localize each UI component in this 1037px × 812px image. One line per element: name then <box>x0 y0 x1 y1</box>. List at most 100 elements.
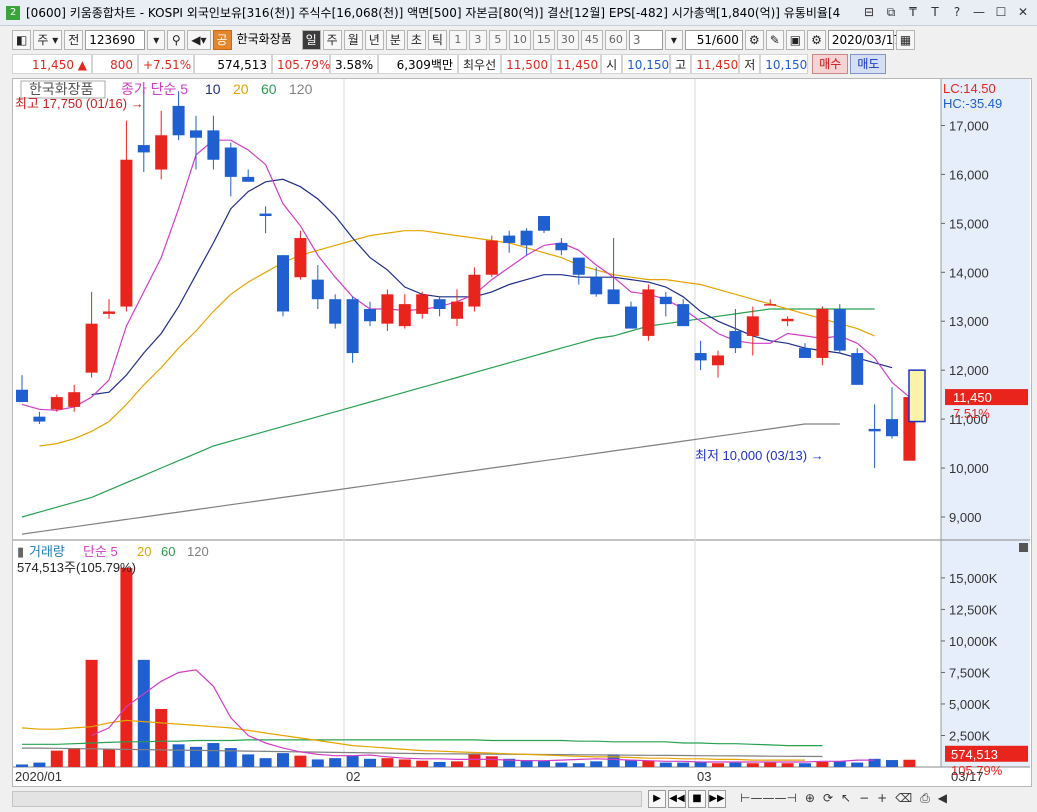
candle-body <box>694 353 707 361</box>
ma120-line <box>21 423 840 535</box>
candle-body <box>33 416 46 422</box>
dock-icon[interactable]: ⊟ <box>861 4 877 20</box>
interval-45[interactable]: 45 <box>580 30 603 50</box>
minimize-icon[interactable]: — <box>971 4 987 20</box>
volume-bar <box>155 709 168 767</box>
interval-15[interactable]: 15 <box>532 30 555 50</box>
volume-bar <box>103 749 115 767</box>
play-icon[interactable]: ▶ <box>648 790 666 808</box>
period-minute[interactable]: 분 <box>385 30 405 50</box>
search-icon[interactable]: ⚲ <box>167 30 186 50</box>
window-title: [0600] 키움종합차트 - KOSPI 외국인보유[316(천)] 주식수[… <box>26 6 841 20</box>
volume-bar <box>677 762 690 767</box>
volume-bar <box>381 758 394 767</box>
draw-icon[interactable]: ✎ <box>765 30 784 50</box>
date-field[interactable]: 2020/03/17 <box>827 30 901 50</box>
period-week[interactable]: 주 <box>322 30 342 50</box>
stop-icon[interactable]: ■ <box>688 790 706 808</box>
interval-60[interactable]: 60 <box>604 30 627 50</box>
best-label: 최우선 <box>458 54 502 74</box>
best-ask: 11,500 <box>501 54 552 74</box>
high-label: 고 <box>670 54 692 74</box>
interval-select[interactable]: 3 <box>628 30 663 50</box>
period-tick[interactable]: 틱 <box>427 30 447 50</box>
volume-tick-label: 15,000K <box>949 571 998 586</box>
tile-icon[interactable]: ⧉ <box>883 4 899 20</box>
candle-body <box>625 306 637 329</box>
volume-bar <box>68 748 81 767</box>
settings-icon[interactable]: ⚙ <box>807 30 826 50</box>
period-year[interactable]: 년 <box>364 30 384 50</box>
period-day[interactable]: 일 <box>301 30 321 50</box>
volume: 574,513 <box>194 54 272 74</box>
interval-3[interactable]: 3 <box>468 30 487 50</box>
volume-legend-marker: ▮ <box>17 544 24 559</box>
zoom-out-icon[interactable]: − <box>859 791 869 806</box>
refresh-icon[interactable]: ⟳ <box>823 791 833 806</box>
trade-amount: 6,309백만 <box>378 54 458 74</box>
volume-bar <box>572 763 585 767</box>
period-second[interactable]: 초 <box>406 30 426 50</box>
indicator-icon[interactable]: ⚙ <box>744 30 764 50</box>
candle-body <box>311 279 324 300</box>
zoom-in-icon[interactable]: + <box>877 791 887 806</box>
candle-body <box>190 130 202 138</box>
buy-button[interactable]: 매수 <box>812 54 849 74</box>
sell-button[interactable]: 매도 <box>850 54 887 74</box>
stock-tag: 한국화장품 <box>29 81 94 97</box>
candle-body <box>85 323 98 373</box>
font-icon[interactable]: T <box>927 4 943 20</box>
legend-ma60: 60 <box>261 81 277 97</box>
stock-code-input[interactable]: 123690 <box>85 30 146 50</box>
magnify-icon[interactable]: ⊕ <box>805 791 815 806</box>
volume-bar <box>468 754 481 767</box>
candle-body <box>120 159 133 307</box>
pin-icon[interactable]: ₸ <box>905 4 921 20</box>
interval-5[interactable]: 5 <box>488 30 507 50</box>
candle-body <box>868 428 881 432</box>
print-icon[interactable]: ⎙ <box>920 791 930 806</box>
help-icon[interactable]: ? <box>949 4 965 20</box>
eraser-icon[interactable]: ⌫ <box>895 791 912 806</box>
type-select[interactable]: 주 ▾ <box>33 30 63 50</box>
volume-tick-label: 12,500K <box>949 602 998 617</box>
forward-icon[interactable]: ▶▶ <box>708 790 726 808</box>
interval-10[interactable]: 10 <box>508 30 531 50</box>
calendar-icon[interactable]: ▦ <box>895 30 916 50</box>
sound-icon[interactable]: ◀▾ <box>187 30 211 50</box>
ma60-line <box>21 308 875 518</box>
volume-bar <box>607 754 620 767</box>
maximize-icon[interactable]: ☐ <box>993 4 1009 20</box>
volume-bar <box>816 761 829 767</box>
code-dropdown-icon[interactable]: ▾ <box>147 30 166 50</box>
interval-30[interactable]: 30 <box>556 30 579 50</box>
volume-bar <box>277 753 289 767</box>
chart-toolbar: ◧ 주 ▾ 전 123690 ▾ ⚲ ◀▾ 공 한국화장품 일 주 월 년 분 … <box>0 28 1037 52</box>
gong-button[interactable]: 공 <box>212 30 232 50</box>
volume-tick-label: 7,500K <box>949 665 991 680</box>
rewind-icon[interactable]: ◀◀ <box>668 790 686 808</box>
interval-dropdown-icon[interactable]: ▾ <box>664 30 683 50</box>
lc-label: LC:14.50 <box>943 81 996 96</box>
candle-body <box>50 397 63 410</box>
volume-bar <box>538 760 550 767</box>
save-icon[interactable]: ▣ <box>785 30 806 50</box>
candle-body <box>451 301 463 319</box>
layout-icon[interactable]: ◧ <box>12 30 32 50</box>
chart-svg[interactable]: 17,00016,00015,00014,00013,00012,00011,0… <box>13 79 1031 786</box>
high-price: 11,450 <box>691 54 740 74</box>
chart-area[interactable]: 17,000 16,000 15,000 14,000 13,000 12,000 11,0… <box>12 78 1032 787</box>
chart-scrollbar[interactable] <box>12 791 642 807</box>
cursor-icon[interactable]: ↖ <box>841 791 851 806</box>
scroll-left-icon[interactable]: ◀ <box>938 791 947 806</box>
range-slider[interactable]: ⊢———⊣ <box>740 791 797 806</box>
prev-button[interactable]: 전 <box>64 30 84 50</box>
count-field[interactable]: 51/600 <box>684 30 743 50</box>
close-icon[interactable]: ✕ <box>1015 4 1031 20</box>
interval-1[interactable]: 1 <box>448 30 467 50</box>
current-price: 11,450 ▲ <box>12 54 92 74</box>
x-axis-label: 03 <box>697 769 711 784</box>
price-tick-label: 12,000 <box>949 363 989 378</box>
period-month[interactable]: 월 <box>343 30 363 50</box>
candle-body <box>294 238 307 278</box>
